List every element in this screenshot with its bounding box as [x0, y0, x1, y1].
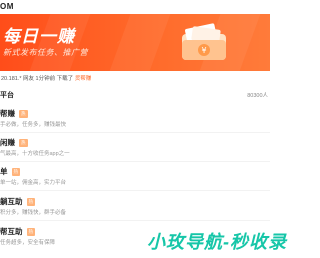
notice-app[interactable]: 货帮赚	[75, 76, 92, 82]
hot-badge: 热	[19, 139, 28, 147]
top-bar: OM	[0, 0, 270, 14]
hot-badge: 热	[19, 110, 28, 118]
watermark-text: 小玫导航-秒收录	[147, 232, 287, 252]
item-desc: 任务超多，安全有保障	[0, 240, 56, 246]
hot-badge: 热	[11, 168, 20, 176]
divider	[0, 190, 270, 191]
item-name: 躺互助	[0, 197, 23, 206]
divider	[0, 132, 270, 133]
item-desc: 积分多，赚钱快，群手必备	[0, 210, 67, 216]
wallet-icon: ¥	[182, 23, 226, 60]
divider	[0, 161, 270, 162]
banner-subtitle: 新式发布任务、推广营	[3, 48, 88, 57]
item-name: 帮互助	[0, 227, 23, 236]
svg-text:¥: ¥	[201, 46, 206, 55]
hot-badge: 热	[26, 198, 35, 206]
item-name: 帮赚	[0, 109, 15, 118]
list-item[interactable]: 闲赚热 气最高，十方收任务app之一	[0, 137, 270, 167]
hot-badge: 热	[26, 228, 35, 236]
item-name: 单	[0, 167, 8, 176]
notice-text: 网友 1分钟前 下载了	[23, 76, 74, 82]
list-item[interactable]: 单热 单一站，佣金高，实力平台	[0, 166, 270, 196]
list-item[interactable]: 帮赚热 手必做，任务多，赚钱最快	[0, 108, 270, 138]
site-brand[interactable]: OM	[0, 2, 14, 11]
download-notice: 20.181.* 网友 1分钟前 下载了 货帮赚	[0, 72, 270, 86]
site-watermark: 小玫导航-秒收录	[147, 228, 286, 258]
item-desc: 手必做，任务多，赚钱最快	[0, 122, 67, 128]
divider	[0, 220, 270, 221]
item-desc: 气最高，十方收任务app之一	[0, 151, 70, 157]
section-header: 平台 80300人	[0, 90, 270, 102]
list-item[interactable]: 躺互助热 积分多，赚钱快，群手必备	[0, 196, 270, 226]
section-count: 80300人	[247, 93, 268, 99]
banner-title: 每日一赚	[3, 27, 75, 46]
notice-ip: 20.181.*	[1, 76, 22, 82]
item-desc: 单一站，佣金高，实力平台	[0, 180, 67, 186]
promo-banner[interactable]: 每日一赚 新式发布任务、推广营 ¥	[0, 14, 270, 71]
item-name: 闲赚	[0, 138, 15, 147]
section-label: 平台	[0, 92, 14, 99]
